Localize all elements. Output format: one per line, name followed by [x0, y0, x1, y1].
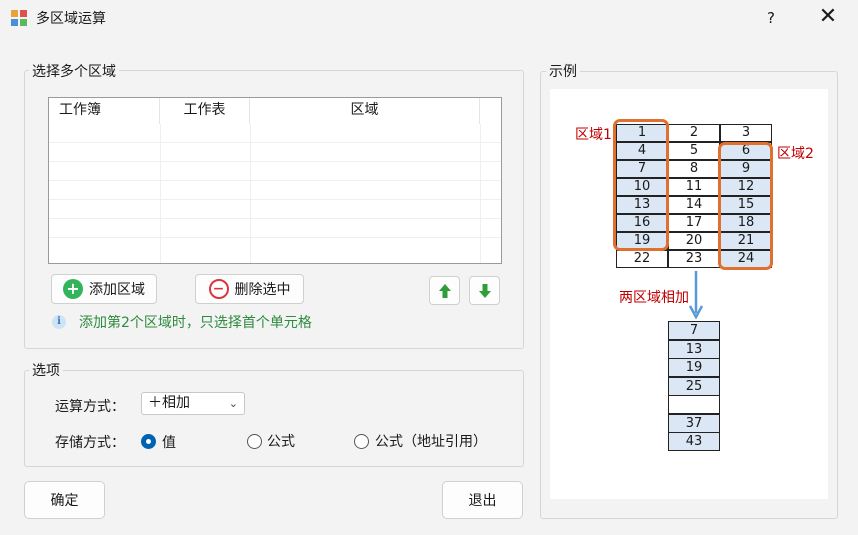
grid-cell: 8: [668, 160, 720, 178]
info-icon: i: [52, 315, 66, 329]
plus-circle-icon: +: [63, 279, 83, 299]
operation-label: 运算方式：: [55, 399, 125, 415]
arrow-down-icon: [688, 271, 704, 320]
grid-cell: 2: [668, 124, 720, 142]
exit-button[interactable]: 退出: [442, 481, 523, 519]
chevron-down-icon: ⌄: [228, 397, 238, 410]
grid-cell: 3: [720, 124, 772, 142]
table-row[interactable]: [49, 218, 501, 237]
grid-cell: 5: [668, 142, 720, 160]
storage-value-label[interactable]: 值: [162, 432, 176, 452]
grid-cell: 22: [616, 250, 668, 268]
sum-label: 两区域相加: [619, 290, 689, 306]
regions-listview[interactable]: 工作簿 工作表 区域: [48, 97, 502, 264]
grid-cell: 14: [668, 196, 720, 214]
storage-label: 存储方式：: [55, 435, 125, 451]
options-group-label: 选项: [29, 360, 63, 380]
region2-label: 区域2: [777, 146, 814, 162]
grid-cell: 23: [668, 250, 720, 268]
result-cell: 25: [668, 376, 720, 396]
column-header-worksheet[interactable]: 工作表: [160, 98, 250, 124]
listview-header: 工作簿 工作表 区域: [49, 98, 501, 124]
result-cell: [668, 395, 720, 414]
grid-cell: 17: [668, 214, 720, 232]
grid-cell: 11: [668, 178, 720, 196]
move-down-button[interactable]: [469, 276, 500, 305]
result-cell: 19: [668, 358, 720, 377]
storage-value-radio[interactable]: [141, 434, 156, 449]
storage-formula-ref-radio[interactable]: [354, 434, 369, 449]
table-row[interactable]: [49, 161, 501, 180]
options-groupbox: [24, 370, 524, 467]
close-button[interactable]: ✕: [808, 4, 848, 32]
result-cell: 43: [668, 432, 720, 451]
delete-selected-label: 删除选中: [234, 282, 291, 298]
table-row[interactable]: [49, 180, 501, 199]
regions-group-label: 选择多个区域: [29, 61, 119, 81]
app-icon: [11, 10, 27, 26]
arrow-up-icon: [438, 283, 451, 298]
operation-value: ＋相加: [148, 395, 190, 411]
table-row[interactable]: [49, 142, 501, 161]
hint-text: 添加第2个区域时，只选择首个单元格: [79, 315, 312, 331]
column-header-workbook[interactable]: 工作簿: [49, 98, 160, 124]
ok-button[interactable]: 确定: [24, 481, 105, 519]
example-group-label: 示例: [546, 61, 580, 81]
result-cell: 13: [668, 339, 720, 359]
grid-cell: 20: [668, 232, 720, 250]
minus-circle-icon: −: [208, 279, 229, 299]
column-header-range[interactable]: 区域: [250, 98, 480, 124]
move-up-button[interactable]: [429, 276, 460, 305]
add-region-button[interactable]: + 添加区域: [51, 274, 157, 304]
title-bar: 多区域运算 ? ✕: [0, 0, 858, 36]
window-title: 多区域运算: [36, 11, 106, 27]
storage-formula-label[interactable]: 公式: [267, 431, 295, 451]
table-row[interactable]: [49, 237, 501, 256]
storage-formula-ref-label[interactable]: 公式（地址引用）: [375, 431, 487, 451]
region1-label: 区域1: [575, 127, 612, 143]
result-cell: 7: [668, 321, 720, 340]
result-cell: 37: [668, 413, 720, 433]
region2-frame: [718, 142, 773, 270]
example-illustration: 1 2 3 4 5 6 7 8 9 10 11 12 13 14 15 16 17 18 19 20 21 22 23 24 …: [550, 89, 828, 499]
arrow-down-icon: [478, 283, 491, 298]
storage-formula-radio[interactable]: [247, 434, 262, 449]
add-region-label: 添加区域: [89, 282, 145, 298]
operation-select[interactable]: ＋相加 ⌄: [141, 392, 245, 415]
region1-frame: [613, 119, 669, 251]
table-row[interactable]: [49, 199, 501, 218]
help-button[interactable]: ?: [754, 4, 788, 32]
delete-selected-button[interactable]: − 删除选中: [195, 274, 304, 304]
hint-text-row: i 添加第2个区域时，只选择首个单元格: [52, 312, 312, 332]
